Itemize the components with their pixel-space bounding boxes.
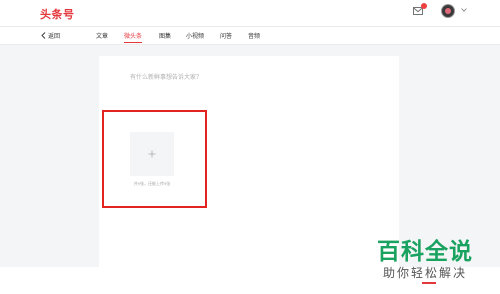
chevron-left-icon	[41, 32, 46, 39]
nav-bar: 返回 文章 微头条 图集 小视频 问答 音频	[0, 27, 500, 45]
tab-short-video[interactable]: 小视频	[186, 31, 204, 40]
back-label: 返回	[48, 34, 61, 40]
watermark-subtitle: 助你轻松解决	[383, 266, 468, 280]
tab-micro-headline[interactable]: 微头条	[124, 31, 142, 40]
avatar[interactable]	[441, 4, 455, 18]
tab-article[interactable]: 文章	[96, 31, 108, 40]
tab-gallery[interactable]: 图集	[159, 31, 171, 40]
logo[interactable]: 头条号	[40, 6, 75, 22]
chevron-down-icon[interactable]	[461, 7, 467, 13]
back-link[interactable]: 返回	[41, 31, 60, 40]
active-tab-indicator	[124, 42, 142, 43]
post-text-input[interactable]: 有什么新鲜事想告诉大家？	[130, 72, 202, 81]
tab-qa[interactable]: 问答	[220, 31, 232, 40]
top-bar: 头条号	[0, 0, 500, 27]
avatar-image	[445, 8, 451, 14]
tab-audio[interactable]: 音频	[248, 31, 260, 40]
notification-badge	[421, 3, 427, 9]
upload-hint: 共9张，还能上传9张	[133, 181, 171, 186]
watermark-title: 百科全说	[377, 238, 473, 264]
plus-icon	[148, 150, 156, 158]
watermark-underline	[422, 282, 436, 284]
